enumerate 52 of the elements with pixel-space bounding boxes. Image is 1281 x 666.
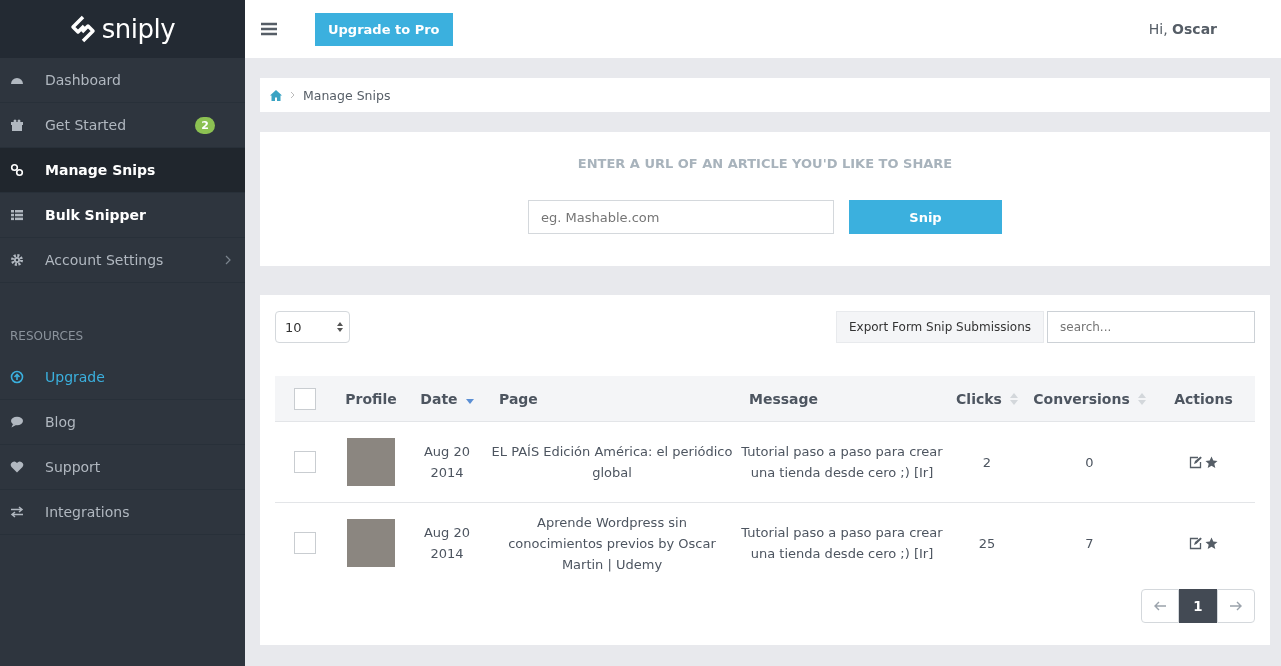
snip-heading: ENTER A URL OF AN ARTICLE YOU'D LIKE TO SHARE bbox=[577, 156, 953, 171]
logo-icon bbox=[69, 15, 96, 43]
logo-text: sniply bbox=[101, 14, 176, 44]
star-icon[interactable] bbox=[1205, 455, 1218, 469]
row-checkbox[interactable] bbox=[294, 532, 316, 554]
clicks-cell-text: 25 bbox=[978, 534, 996, 553]
page-button[interactable]: 1 bbox=[1179, 589, 1217, 623]
photo-placeholder bbox=[347, 438, 395, 486]
sidebar-item-icon bbox=[10, 415, 24, 429]
chevron-icon bbox=[290, 91, 295, 99]
sidebar-item-icon bbox=[10, 253, 24, 267]
conversions-cell-text: 0 bbox=[1085, 453, 1094, 472]
date-cell-text: Aug 20 2014 bbox=[422, 524, 472, 563]
message-cell-text: Tutorial paso a paso para crear una tienda desde cero ;) [Ir] bbox=[741, 524, 943, 563]
export-button[interactable]: Export Form Snip Submissions bbox=[835, 311, 1044, 343]
clicks-cell-text: 2 bbox=[982, 453, 992, 472]
conversions-cell-text: 7 bbox=[1085, 534, 1094, 553]
count-badge: 2 bbox=[195, 116, 215, 134]
column-header[interactable]: Page bbox=[499, 390, 538, 407]
page-cell-text: Aprende Wordpress sin conocimientos previos by Oscar Martin | Udemy bbox=[507, 513, 717, 574]
page-size-select[interactable]: 10 bbox=[275, 311, 350, 343]
date-cell-text: Aug 20 2014 bbox=[422, 443, 472, 482]
column-header[interactable]: Date bbox=[420, 390, 458, 407]
next-page-button[interactable] bbox=[1217, 589, 1255, 623]
sidebar-item-icon bbox=[10, 370, 24, 384]
left-arrow-icon bbox=[1154, 601, 1166, 611]
breadcrumb-current: Manage Snips bbox=[303, 87, 391, 103]
column-header[interactable]: Message bbox=[749, 390, 819, 407]
user-greeting: Hi, Oscar bbox=[1148, 21, 1217, 37]
sidebar-item-icon bbox=[10, 118, 24, 132]
sidebar-item-icon bbox=[10, 505, 24, 519]
chevron-icon bbox=[225, 255, 231, 265]
menu-icon[interactable] bbox=[261, 22, 277, 36]
right-arrow-icon bbox=[1230, 601, 1242, 611]
photo-placeholder bbox=[347, 519, 395, 567]
message-cell-text: Tutorial paso a paso para crear una tienda desde cero ;) [Ir] bbox=[741, 443, 943, 482]
previous-page-button[interactable] bbox=[1141, 589, 1179, 623]
edit-icon[interactable] bbox=[1189, 536, 1202, 550]
page-cell-text: EL PAÍS Edición América: el periódico global bbox=[491, 443, 733, 482]
edit-icon[interactable] bbox=[1189, 455, 1202, 469]
home-icon[interactable] bbox=[270, 89, 282, 101]
updown-caret-icon bbox=[337, 322, 343, 332]
select-all-checkbox[interactable] bbox=[294, 387, 316, 410]
sidebar-item[interactable]: Manage Snips bbox=[0, 148, 245, 193]
sidebar-item-icon bbox=[10, 460, 24, 474]
section-title: RESOURCES bbox=[9, 328, 85, 345]
sidebar-item-icon bbox=[10, 208, 24, 222]
search-field[interactable]: search... bbox=[1047, 311, 1255, 343]
row-checkbox[interactable] bbox=[294, 451, 316, 473]
url-field[interactable]: eg. Mashable.com bbox=[528, 200, 834, 234]
sidebar-item-icon bbox=[10, 163, 24, 177]
star-icon[interactable] bbox=[1205, 536, 1218, 550]
